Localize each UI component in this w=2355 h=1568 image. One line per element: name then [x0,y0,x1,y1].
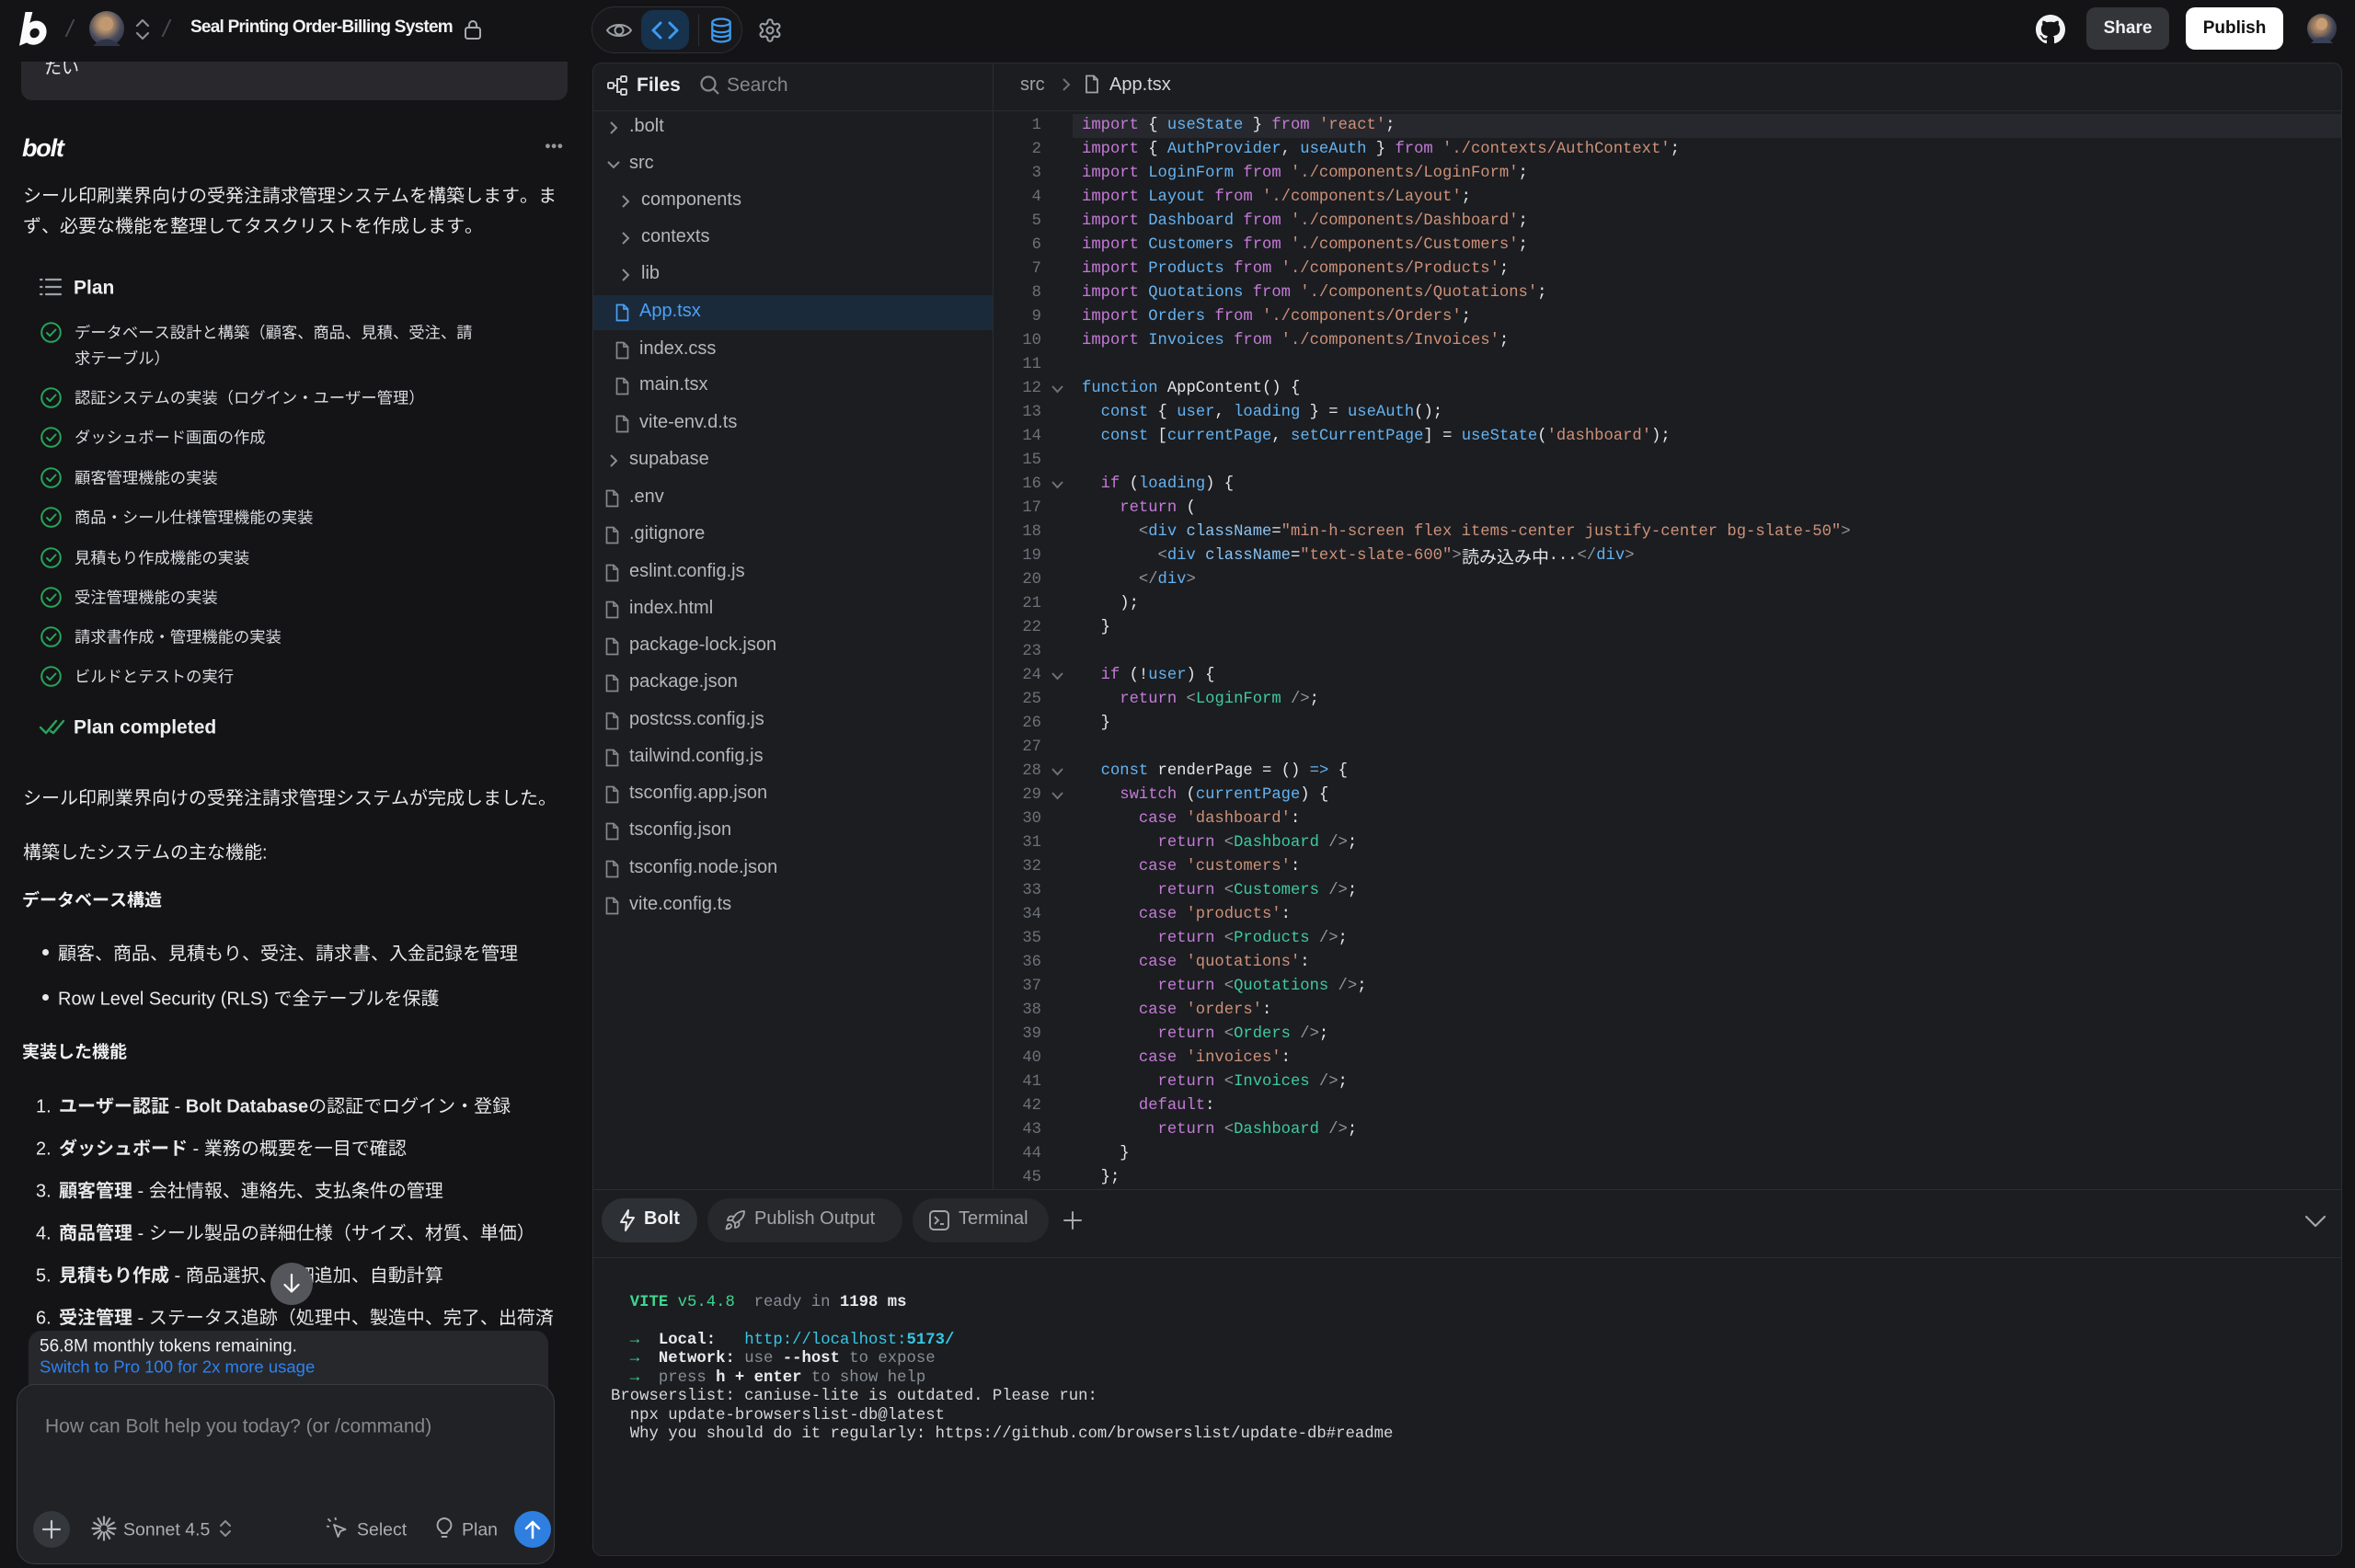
svg-text:How can Bolt help you today? (: How can Bolt help you today? (or /comman… [45,1416,431,1437]
svg-text:5.: 5. [36,1266,52,1287]
svg-text:Select: Select [357,1520,408,1540]
svg-text::: : [262,843,268,864]
svg-text:Bolt Database: Bolt Database [186,1097,308,1117]
svg-text:3.: 3. [36,1182,52,1202]
svg-text:Row Level Security (RLS): Row Level Security (RLS) [58,990,274,1010]
svg-text:Plan completed: Plan completed [74,717,216,738]
svg-text:Sonnet 4.5: Sonnet 4.5 [123,1520,210,1540]
svg-text:Switch to Pro 100 for 2x more: Switch to Pro 100 for 2x more usage [40,1357,315,1377]
svg-text:1.: 1. [36,1097,52,1117]
svg-text:Plan: Plan [462,1520,498,1540]
svg-text:bolt: bolt [22,134,65,162]
svg-text:-: - [188,1139,204,1160]
svg-text:-: - [132,1224,149,1244]
svg-text:-: - [169,1266,186,1287]
svg-text:2.: 2. [36,1139,52,1160]
svg-text:-: - [132,1182,149,1202]
svg-text:-: - [169,1097,186,1117]
svg-text:Plan: Plan [74,278,114,299]
svg-text:4.: 4. [36,1224,52,1244]
